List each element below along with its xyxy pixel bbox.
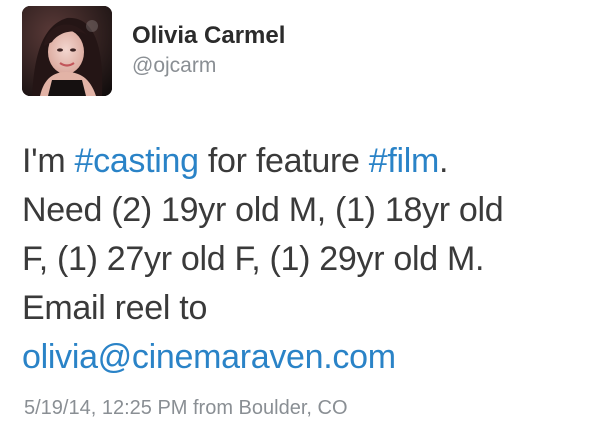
tweet-text-segment: for feature [198,142,369,180]
tweet-timestamp-source[interactable]: 5/19/14, 12:25 PM from Boulder, CO [24,397,348,420]
tweet-line-4: Email reel to [22,289,208,327]
user-handle[interactable]: @ojcarm [132,54,216,78]
tweet-text: I'm #casting for feature #film. Need (2)… [22,137,592,382]
tweet-line-1: I'm #casting for feature #film. [22,137,592,186]
user-avatar[interactable] [22,6,112,96]
user-display-name[interactable]: Olivia Carmel [132,22,285,50]
tweet-text-segment: I'm [22,142,75,180]
tweet-card: Olivia Carmel @ojcarm I'm #casting for f… [0,0,599,440]
hashtag-casting-link[interactable]: #casting [75,142,200,180]
avatar-photo-icon [22,6,112,96]
email-link[interactable]: olivia@cinemaraven.com [22,338,396,376]
tweet-line-2: Need (2) 19yr old M, (1) 18yr old [22,191,504,229]
tweet-text-segment: . [439,142,449,180]
tweet-line-3: F, (1) 27yr old F, (1) 29yr old M. [22,240,485,278]
tweet-line-5: olivia@cinemaraven.com [22,333,592,382]
hashtag-film-link[interactable]: #film [369,142,440,180]
